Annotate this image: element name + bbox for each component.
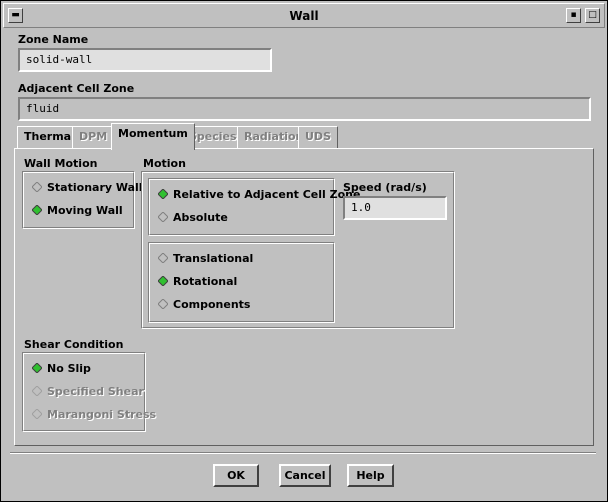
help-button[interactable]: Help	[347, 464, 394, 487]
selected-radio-icon	[158, 276, 168, 286]
radio-rotational[interactable]: Rotational	[158, 274, 237, 290]
radio-translational[interactable]: Translational	[158, 251, 253, 267]
radio-no-slip[interactable]: No Slip	[32, 361, 91, 377]
maximize-button[interactable]: □	[585, 8, 600, 23]
radio-marangoni-stress[interactable]: Marangoni Stress	[32, 407, 156, 423]
radio-components[interactable]: Components	[158, 297, 250, 313]
cancel-button[interactable]: Cancel	[279, 464, 331, 487]
speed-input[interactable]: 1.0	[343, 196, 447, 220]
selected-radio-icon	[32, 205, 42, 215]
selected-radio-icon	[158, 189, 168, 199]
unselected-radio-icon	[32, 182, 42, 192]
shear-condition-label: Shear Condition	[24, 338, 124, 351]
adjacent-cell-zone-label: Adjacent Cell Zone	[18, 82, 135, 95]
wall-motion-label: Wall Motion	[24, 157, 98, 170]
tab-dpm[interactable]: DPM	[72, 126, 115, 148]
tab-momentum[interactable]: Momentum	[111, 123, 195, 150]
unselected-radio-icon	[32, 386, 42, 396]
radio-specified-shear[interactable]: Specified Shear	[32, 384, 144, 400]
button-separator	[10, 452, 596, 454]
unselected-radio-icon	[158, 299, 168, 309]
unselected-radio-icon	[158, 253, 168, 263]
minimize-button[interactable]: ▪	[566, 8, 581, 23]
adjacent-cell-zone-field: fluid	[18, 97, 591, 121]
radio-absolute[interactable]: Absolute	[158, 210, 228, 226]
unselected-radio-icon	[158, 212, 168, 222]
zone-name-label: Zone Name	[18, 33, 89, 46]
radio-relative-to-adjacent-cell-zone[interactable]: Relative to Adjacent Cell Zone	[158, 187, 360, 203]
ok-button[interactable]: OK	[213, 464, 259, 487]
radio-moving-wall[interactable]: Moving Wall	[32, 203, 123, 219]
title-bar[interactable]: ▬ Wall ▪ □	[3, 3, 605, 28]
unselected-radio-icon	[32, 409, 42, 419]
zone-name-input[interactable]: solid-wall	[18, 48, 272, 72]
speed-label: Speed (rad/s)	[343, 181, 427, 194]
window-title: Wall	[289, 9, 319, 23]
motion-label: Motion	[143, 157, 186, 170]
selected-radio-icon	[32, 363, 42, 373]
tab-uds[interactable]: UDS	[298, 126, 338, 148]
radio-stationary-wall[interactable]: Stationary Wall	[32, 180, 143, 196]
